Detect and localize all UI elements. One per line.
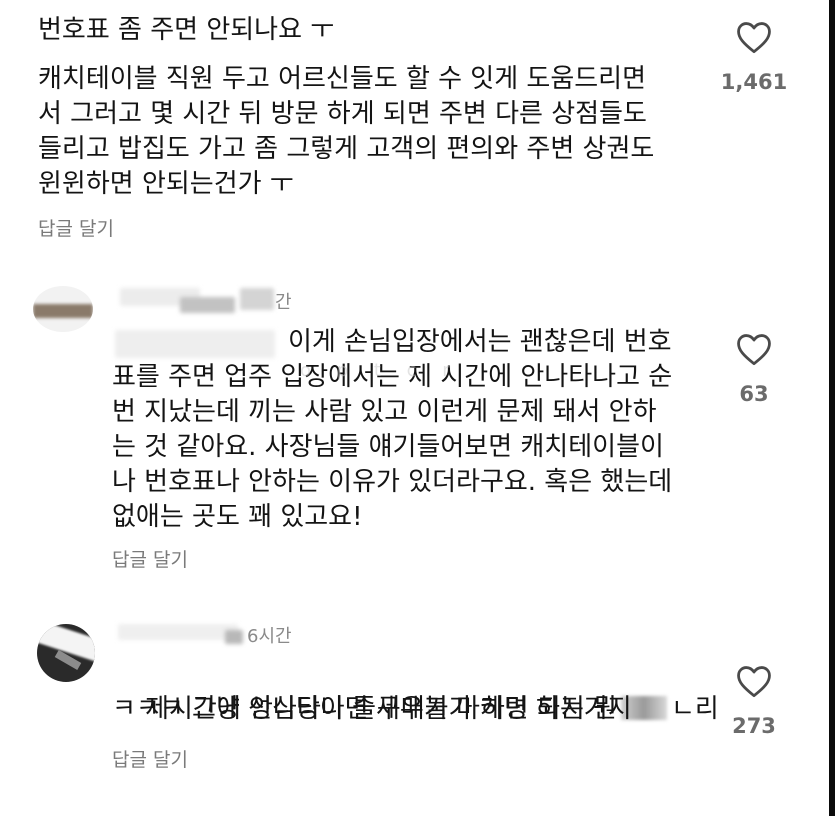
username-redacted-2 [225, 630, 243, 644]
comment-3-text-tail: ㄴ리 [670, 694, 719, 724]
comment-1-like-count: 1,461 [720, 70, 788, 94]
screen-edge [829, 0, 835, 816]
username-redacted-2 [180, 297, 235, 313]
comment-2-like: 63 [719, 332, 789, 406]
comment-2-like-count: 63 [739, 382, 769, 406]
heart-icon[interactable] [735, 332, 773, 366]
comment-1-reply-button[interactable]: 답글 달기 [38, 214, 114, 241]
comment-3-like-count: 273 [732, 714, 776, 738]
username-redacted[interactable] [118, 624, 238, 640]
time-redacted [240, 288, 274, 310]
comment-1-first-line: 번호표 좀 주면 안되나요 ㅜ [38, 15, 335, 45]
comment-3-time: 6시간 [247, 626, 292, 647]
comment-1-like: 1,461 [719, 20, 789, 94]
comment-1-body: 캐치테이블 직원 두고 어르신들도 할 수 잇게 도움드리면 서 그러고 몇 시… [38, 64, 655, 199]
avatar[interactable] [37, 624, 95, 682]
comment-3-line2: ㅋㅋㅋ 그냥 성심당이 줄세우기 마케팅 하는거지 [112, 694, 632, 724]
comment-2-time: 간 [275, 292, 292, 313]
comment-2-reply-button[interactable]: 답글 달기 [112, 545, 188, 572]
heart-icon[interactable] [735, 664, 773, 698]
comment-2-body: 이게 손님입장에서는 괜찮은데 번호 표를 주면 업주 입장에서는 제 시간에 … [112, 327, 673, 532]
comment-3-reply-button[interactable]: 답글 달기 [112, 745, 188, 772]
avatar[interactable] [33, 286, 93, 332]
watermark: o p t c r [300, 360, 460, 381]
comment-3-like: 273 [719, 664, 789, 738]
heart-icon[interactable] [735, 20, 773, 54]
